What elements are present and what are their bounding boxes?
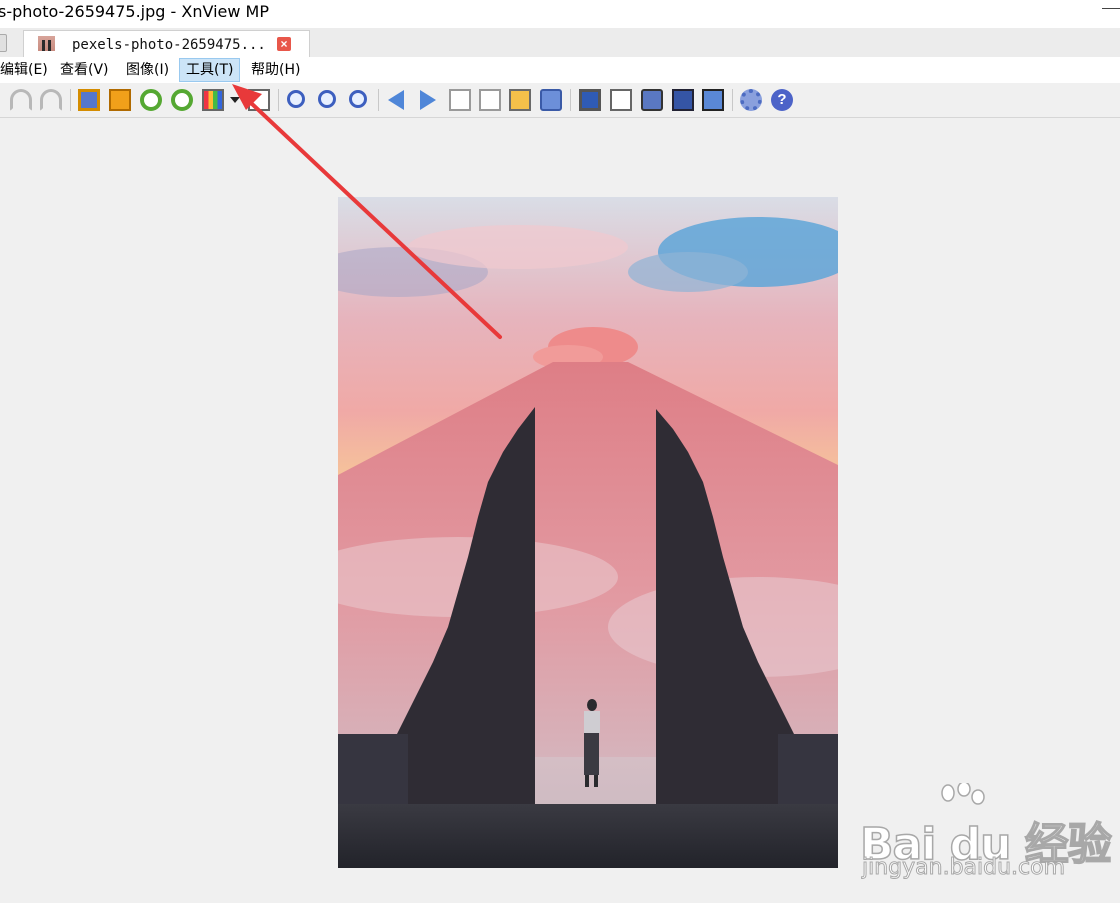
scan-icon[interactable] xyxy=(672,89,694,111)
toolbar-separator xyxy=(732,89,733,111)
watermark-url: jingyan.baidu.com xyxy=(861,855,1066,881)
next-icon[interactable] xyxy=(420,90,436,110)
menu-tools[interactable]: 工具(T) xyxy=(179,58,241,82)
last-page-icon[interactable] xyxy=(479,89,501,111)
crop-icon[interactable] xyxy=(78,89,100,111)
print-icon[interactable] xyxy=(641,89,663,111)
info-icon[interactable] xyxy=(540,89,562,111)
zoom-fit-icon[interactable] xyxy=(318,90,336,108)
rotate-right-icon[interactable] xyxy=(171,89,193,111)
zoom-out-icon[interactable] xyxy=(349,90,367,108)
tab-label: pexels-photo-2659475... xyxy=(72,37,266,53)
menu-help[interactable]: 帮助(H) xyxy=(245,59,306,81)
capture-icon[interactable] xyxy=(702,89,724,111)
text-tool-icon[interactable] xyxy=(610,89,632,111)
redo-icon[interactable] xyxy=(40,89,62,111)
menu-edit[interactable]: 编辑(E) xyxy=(0,59,54,81)
fullscreen-icon[interactable] xyxy=(579,89,601,111)
help-icon[interactable]: ? xyxy=(771,89,793,111)
title-bar: s-photo-2659475.jpg - XnView MP xyxy=(0,0,1120,28)
tab-image[interactable]: pexels-photo-2659475... × xyxy=(23,30,310,58)
settings-icon[interactable] xyxy=(740,89,762,111)
window-edge-icon xyxy=(1102,0,1120,9)
window-title: s-photo-2659475.jpg - XnView MP xyxy=(0,2,269,21)
adjust-colors-icon[interactable] xyxy=(202,89,224,111)
tab-strip: pexels-photo-2659475... × xyxy=(0,28,1120,58)
slideshow-icon[interactable] xyxy=(509,89,531,111)
zoom-in-icon[interactable] xyxy=(287,90,305,108)
toolbar-separator xyxy=(570,89,571,111)
resize-icon[interactable] xyxy=(109,89,131,111)
menu-bar: 编辑(E) 查看(V) 图像(I) 工具(T) 帮助(H) xyxy=(0,57,1120,83)
undo-icon[interactable] xyxy=(10,89,32,111)
photo-image xyxy=(338,197,838,868)
image-thumbnail-icon xyxy=(38,36,55,51)
histogram-icon[interactable] xyxy=(248,89,270,111)
baidu-watermark: Bai du 经验 jingyan.baidu.com xyxy=(859,783,1113,883)
toolbar-separator xyxy=(278,89,279,111)
menu-image[interactable]: 图像(I) xyxy=(120,59,175,81)
previous-icon[interactable] xyxy=(388,90,404,110)
dropdown-arrow-icon[interactable] xyxy=(230,97,240,103)
toolbar: ? xyxy=(0,83,1120,118)
tab-scroll-left-button[interactable] xyxy=(0,34,7,52)
rotate-left-icon[interactable] xyxy=(140,89,162,111)
menu-view[interactable]: 查看(V) xyxy=(54,59,115,81)
first-page-icon[interactable] xyxy=(449,89,471,111)
tab-close-button[interactable]: × xyxy=(277,37,291,51)
toolbar-separator xyxy=(378,89,379,111)
toolbar-separator xyxy=(70,89,71,111)
